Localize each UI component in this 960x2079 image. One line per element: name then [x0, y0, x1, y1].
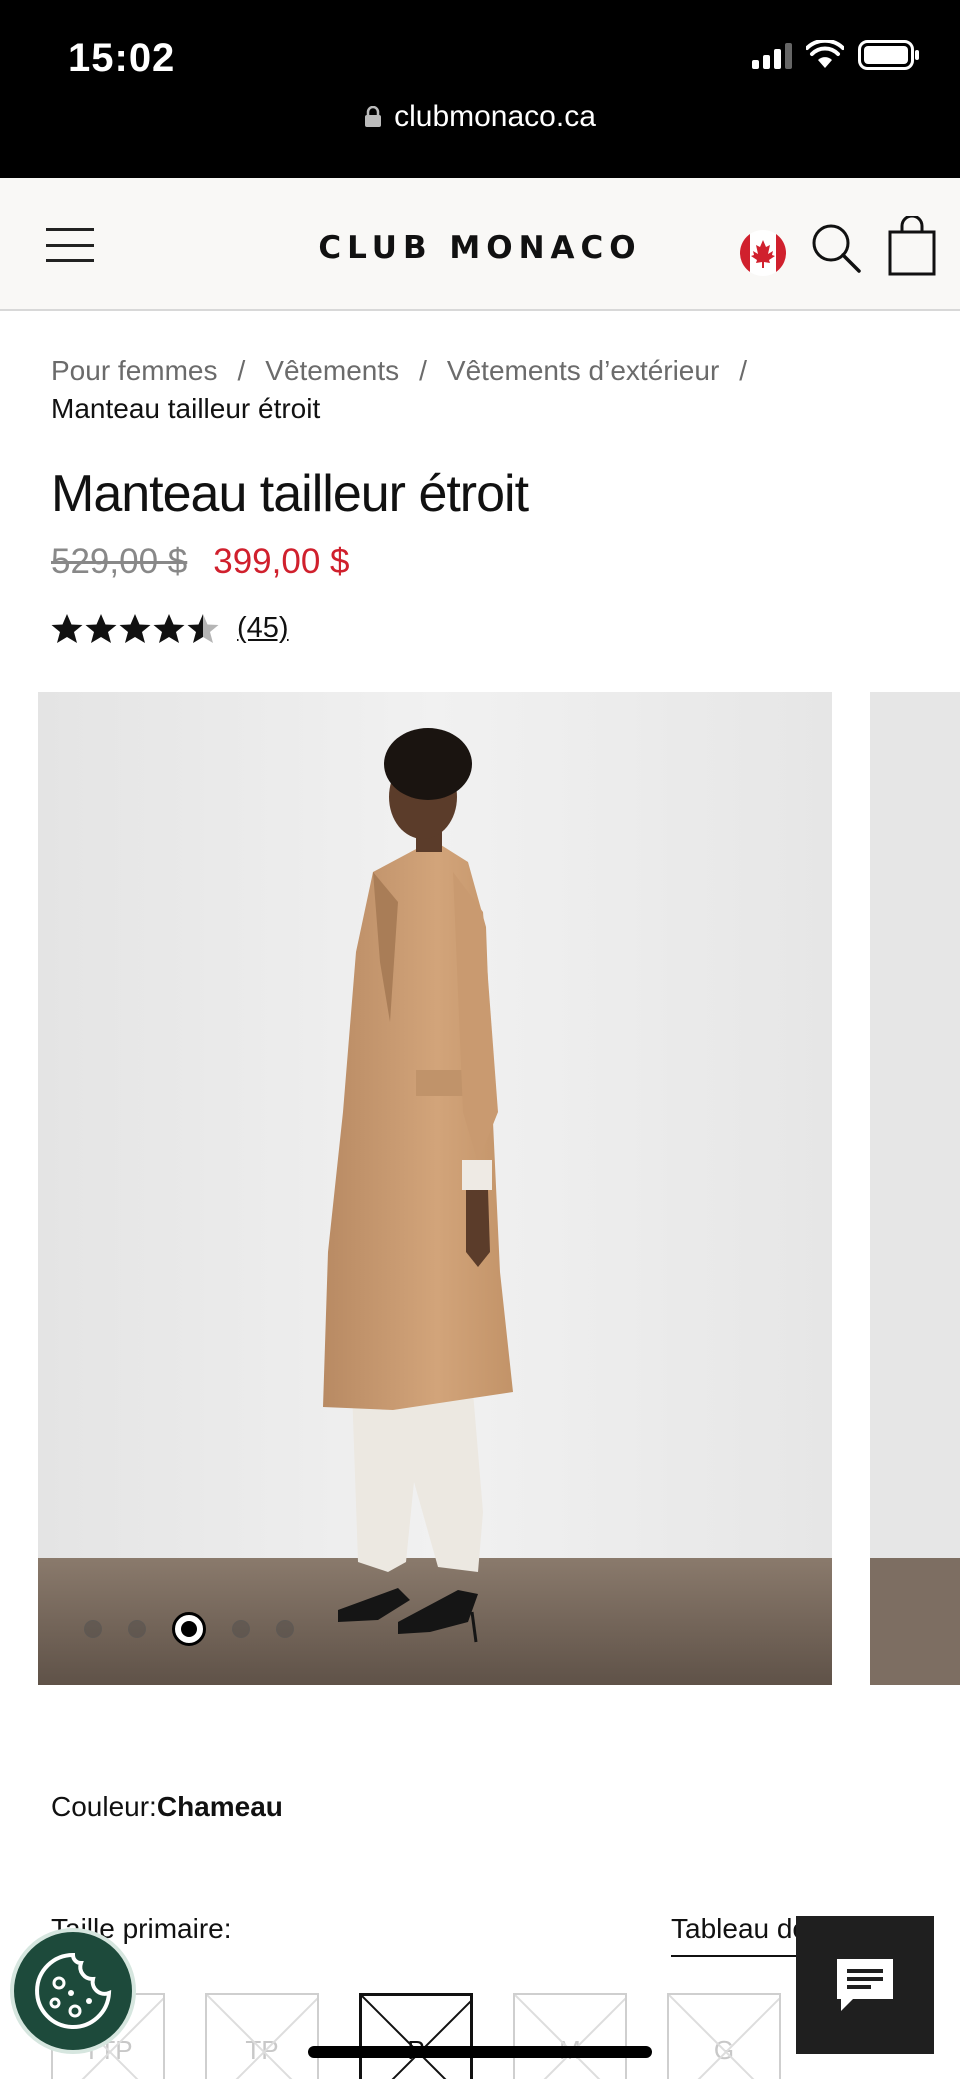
cookie-icon: [35, 1952, 112, 2029]
breadcrumb-separator: /: [237, 355, 246, 386]
status-time: 15:02: [68, 36, 176, 80]
chat-button[interactable]: [796, 1916, 934, 2054]
carousel-dot[interactable]: [128, 1620, 146, 1638]
shopping-bag-icon[interactable]: [888, 216, 936, 276]
size-options: TTP TP P M G: [51, 1993, 781, 2079]
next-image-peek[interactable]: [870, 692, 960, 1685]
site-header: CLUB MONACO: [0, 178, 960, 311]
breadcrumb-link[interactable]: Vêtements d’extérieur: [447, 355, 719, 386]
size-option[interactable]: G: [667, 1993, 781, 2079]
breadcrumb-link[interactable]: Vêtements: [265, 355, 399, 386]
product-image: [38, 692, 832, 1685]
carousel-dots: [84, 1612, 294, 1646]
star-icon: [187, 613, 219, 643]
size-option-selected[interactable]: P: [359, 1993, 473, 2079]
carousel-dot[interactable]: [84, 1620, 102, 1638]
breadcrumb: Pour femmes / Vêtements / Vêtements d’extéri…: [51, 352, 911, 428]
breadcrumb-current: Manteau tailleur étroit: [51, 393, 321, 424]
review-count-link[interactable]: (45): [237, 612, 289, 645]
star-rating: [51, 613, 219, 645]
rating[interactable]: (45): [51, 612, 289, 645]
status-icons: [752, 40, 920, 70]
product-image-next: [870, 692, 960, 1685]
url-text: clubmonaco.ca: [394, 100, 596, 133]
breadcrumb-separator: /: [419, 355, 427, 386]
product-image-carousel[interactable]: [38, 692, 832, 1685]
address-bar[interactable]: clubmonaco.ca: [0, 100, 960, 134]
star-icon: [153, 613, 185, 643]
star-icon: [119, 613, 151, 643]
price-block: 529,00 $ 399,00 $: [51, 542, 350, 582]
original-price: 529,00 $: [51, 542, 188, 581]
search-icon[interactable]: [810, 222, 862, 274]
canada-flag-icon[interactable]: [738, 228, 788, 278]
sale-price: 399,00 $: [213, 542, 350, 581]
wifi-icon: [806, 40, 844, 68]
battery-icon: [858, 40, 919, 70]
breadcrumb-link[interactable]: Pour femmes: [51, 355, 218, 386]
color-selector: Couleur:Chameau: [51, 1791, 283, 1823]
breadcrumb-separator: /: [739, 355, 748, 386]
product-title: Manteau tailleur étroit: [51, 465, 529, 523]
home-indicator: [308, 2046, 652, 2058]
signal-icon: [752, 41, 792, 69]
size-option[interactable]: M: [513, 1993, 627, 2079]
carousel-dot[interactable]: [232, 1620, 250, 1638]
chat-icon: [837, 1959, 893, 2011]
carousel-dot-active[interactable]: [172, 1612, 206, 1646]
size-option[interactable]: TP: [205, 1993, 319, 2079]
color-value: Chameau: [156, 1791, 283, 1822]
cookie-settings-button[interactable]: [10, 1928, 136, 2054]
star-icon: [51, 613, 83, 643]
star-icon: [85, 613, 117, 643]
carousel-dot[interactable]: [276, 1620, 294, 1638]
status-bar: 15:02 clubmonaco.ca: [0, 0, 960, 178]
color-label: Couleur:: [51, 1791, 157, 1822]
lock-icon: [365, 106, 382, 127]
